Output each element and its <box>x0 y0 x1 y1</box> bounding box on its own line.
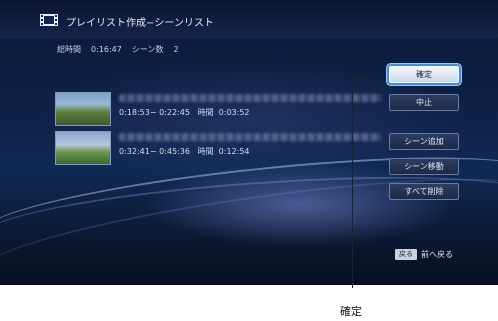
confirm-button[interactable]: 確定 <box>389 66 459 83</box>
scene-thumbnail <box>55 131 111 165</box>
add-scene-button[interactable]: シーン追加 <box>389 133 459 150</box>
total-time-label: 総時間 <box>57 45 81 54</box>
scene-title-blurred <box>119 94 381 102</box>
scene-row[interactable]: 0:32:41− 0:45:36 時間 0:12:54 <box>55 131 385 165</box>
delete-all-button[interactable]: すべて削除 <box>389 183 459 200</box>
cancel-button[interactable]: 中止 <box>389 94 459 111</box>
scene-times: 0:18:53− 0:22:45 時間 0:03:52 <box>119 107 250 118</box>
scene-row[interactable]: 0:18:53− 0:22:45 時間 0:03:52 <box>55 92 385 126</box>
scene-time-range: 0:18:53− 0:22:45 <box>119 108 190 117</box>
scene-title-blurred <box>119 133 381 141</box>
scene-duration-label: 時間 <box>197 108 214 117</box>
total-time-value: 0:16:47 <box>91 45 122 54</box>
callout-label: 確定 <box>340 305 362 318</box>
callout-leader-line <box>352 78 353 288</box>
playlist-summary: 総時間 0:16:47 シーン数 2 <box>57 44 189 55</box>
scene-thumbnail <box>55 92 111 126</box>
back-key[interactable]: 戻る <box>395 249 417 260</box>
tv-screen: プレイリスト作成−シーンリスト 総時間 0:16:47 シーン数 2 0:18:53−… <box>0 0 498 285</box>
scene-times: 0:32:41− 0:45:36 時間 0:12:54 <box>119 146 250 157</box>
scene-duration-value: 0:12:54 <box>218 147 250 156</box>
film-icon <box>40 14 58 26</box>
scene-count-label: シーン数 <box>131 45 164 54</box>
scene-time-range: 0:32:41− 0:45:36 <box>119 147 190 156</box>
back-hint-label: 前へ戻る <box>421 250 453 259</box>
header-bar: プレイリスト作成−シーンリスト <box>0 0 498 38</box>
scene-count-value: 2 <box>173 45 179 54</box>
scene-duration-value: 0:03:52 <box>218 108 250 117</box>
callout-leader-line <box>352 78 380 79</box>
page-title: プレイリスト作成−シーンリスト <box>66 18 214 29</box>
scene-duration-label: 時間 <box>197 147 214 156</box>
move-scene-button[interactable]: シーン移動 <box>389 158 459 175</box>
